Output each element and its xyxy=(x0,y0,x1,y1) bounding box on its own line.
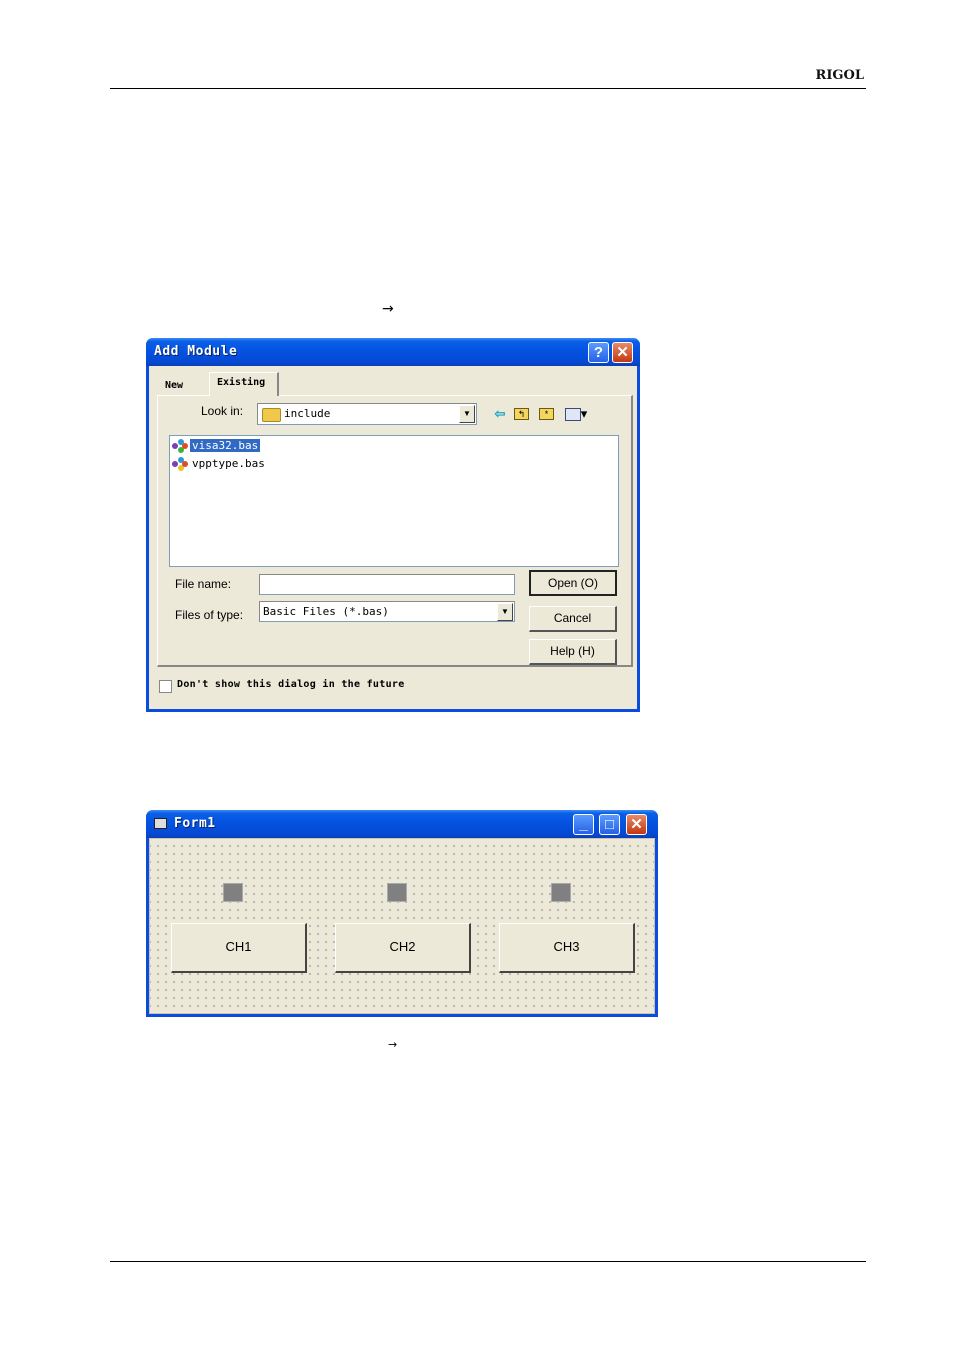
files-of-type-value: Basic Files (*.bas) xyxy=(263,605,389,618)
ch1-button[interactable]: CH1 xyxy=(171,923,307,973)
control-placeholder[interactable] xyxy=(387,883,407,902)
dialog-title-bar[interactable]: Add Module ? ✕ xyxy=(146,338,640,366)
tab-existing[interactable]: Existing xyxy=(209,372,279,396)
file-name: visa32.bas xyxy=(190,439,261,452)
view-menu-icon[interactable]: ▾ xyxy=(562,406,590,422)
form-design-grid[interactable]: CH1 CH2 CH3 xyxy=(149,838,655,1014)
form1-title: Form1 xyxy=(174,816,216,831)
dont-show-label: Don't show this dialog in the future xyxy=(177,679,405,690)
look-in-value: include xyxy=(284,407,331,420)
dialog-title: Add Module xyxy=(154,344,238,359)
close-title-button[interactable]: ✕ xyxy=(612,342,633,363)
up-folder-icon[interactable]: ↰ xyxy=(514,406,532,422)
dont-show-checkbox[interactable] xyxy=(159,680,172,693)
open-button[interactable]: Open (O) xyxy=(529,570,617,596)
vb-module-icon xyxy=(172,439,188,453)
help-button[interactable]: Help (H) xyxy=(529,639,617,665)
add-module-dialog: Add Module ? ✕ New Existing Look in: inc… xyxy=(146,338,640,712)
menu-path-arrow: → xyxy=(382,301,394,317)
brand-logo-text: RIGOL xyxy=(815,68,864,83)
files-of-type-dropdown[interactable]: Basic Files (*.bas) ▼ xyxy=(259,601,515,622)
control-placeholder[interactable] xyxy=(223,883,243,902)
folder-icon xyxy=(262,408,281,422)
form1-title-bar[interactable]: Form1 _ □ ✕ xyxy=(146,810,658,838)
vb-module-icon xyxy=(172,457,188,471)
chevron-down-icon[interactable]: ▼ xyxy=(497,603,513,621)
cancel-button[interactable]: Cancel xyxy=(529,606,617,632)
control-placeholder[interactable] xyxy=(551,883,571,902)
footer-rule xyxy=(110,1261,866,1262)
maximize-button[interactable]: □ xyxy=(599,814,620,835)
form-icon xyxy=(154,818,167,829)
close-button[interactable]: ✕ xyxy=(626,814,647,835)
files-of-type-label: Files of type: xyxy=(175,608,244,622)
new-folder-icon[interactable]: * xyxy=(539,406,557,422)
file-name-label: File name: xyxy=(175,577,232,591)
ch3-button[interactable]: CH3 xyxy=(499,923,635,973)
file-item[interactable]: vpptype.bas xyxy=(172,456,267,472)
look-in-label: Look in: xyxy=(201,404,244,418)
file-list[interactable]: visa32.bas vpptype.bas xyxy=(169,435,619,567)
ch2-button[interactable]: CH2 xyxy=(335,923,471,973)
file-item[interactable]: visa32.bas xyxy=(172,438,261,454)
look-in-dropdown[interactable]: include ▼ xyxy=(257,403,477,425)
tab-new[interactable]: New xyxy=(159,376,205,394)
form1-window: Form1 _ □ ✕ CH1 CH2 CH3 xyxy=(146,810,658,1017)
menu-path-arrow: → xyxy=(388,1038,398,1051)
file-name: vpptype.bas xyxy=(192,457,265,470)
help-title-button[interactable]: ? xyxy=(588,342,609,363)
back-arrow-icon[interactable]: ⇦ xyxy=(491,406,509,422)
chevron-down-icon[interactable]: ▼ xyxy=(459,405,475,423)
file-name-input[interactable] xyxy=(259,574,515,595)
header-rule xyxy=(110,88,866,89)
minimize-button[interactable]: _ xyxy=(573,814,594,835)
